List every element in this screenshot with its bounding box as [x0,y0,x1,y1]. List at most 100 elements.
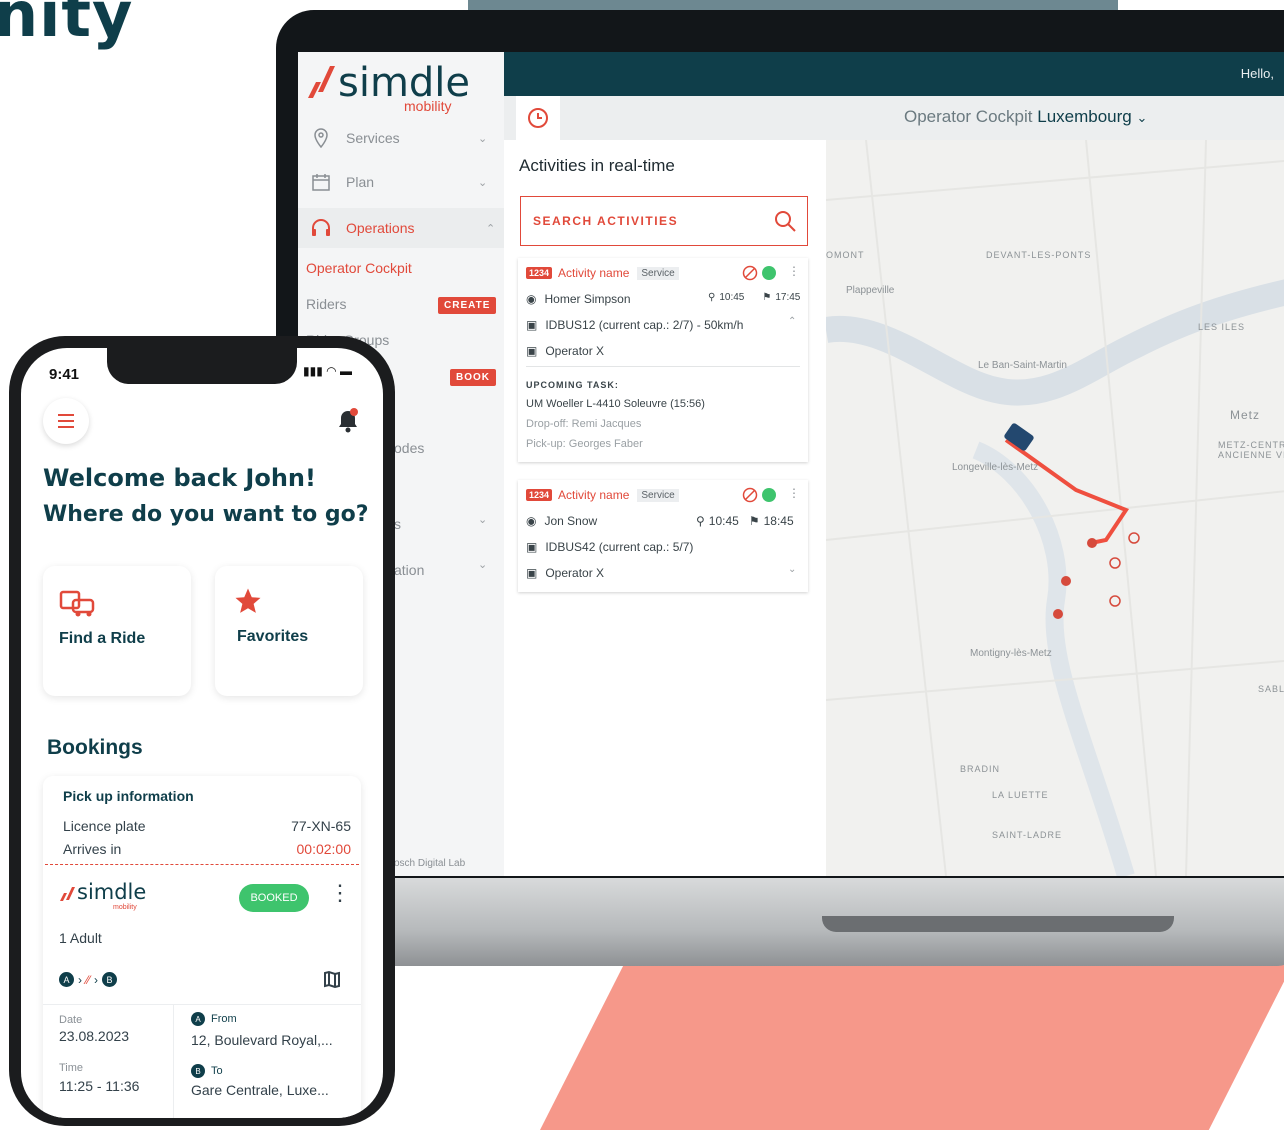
create-button[interactable]: CREATE [438,297,497,314]
plate-label: Licence plate [63,818,146,834]
sidebar-item-services[interactable]: Services ⌄ [306,118,496,158]
transit-icon: ⁄⁄ [86,972,91,987]
map-label: DEVANT-LES-PONTS [986,250,1092,260]
activity-card[interactable]: 1234 Activity name Service ⋮ ◉ Homer Sim… [518,258,808,462]
bus-icon: ▣ [526,344,538,358]
vehicle-info: IDBUS42 (current cap.: 5/7) [545,540,694,554]
map-label: Longeville-lès-Metz [952,462,1039,473]
map-label: Montigny-lès-Metz [970,648,1052,659]
upcoming-label: UPCOMING TASK: [526,380,619,390]
rider-name: Jon Snow [544,514,598,528]
sidebar-footer: osch Digital Lab [394,858,466,869]
decorative-band [468,0,1118,10]
chevron-right-icon: › [78,972,82,987]
sidebar-item-plan[interactable]: Plan ⌄ [306,162,496,202]
activity-name: Activity name [558,266,630,280]
rider-row: ◉ Jon Snow [526,514,597,528]
favorites-label: Favorites [237,628,309,645]
service-badge: Service [637,266,679,280]
star-icon [235,588,261,613]
to-header: B To [191,1064,223,1078]
point-a-marker: A [59,972,74,987]
map-label: LES ILES [1198,322,1246,332]
map-label: ANCIENNE VI [1218,450,1284,460]
search-icon[interactable] [773,209,797,233]
favorites-card[interactable]: Favorites [215,566,363,696]
sidebar-item-section[interactable]: s [394,516,401,532]
operator-row: ▣ Operator X [526,566,604,580]
decorative-salmon-band [540,950,1284,1130]
map-label: Plappeville [846,285,895,296]
map-view[interactable]: DEVANT-LES-PONTS Plappeville OMONT Le Ba… [826,140,1284,876]
dashed-divider [45,864,359,865]
menu-button[interactable] [43,398,89,444]
clock-button[interactable] [516,96,560,140]
flag-icon: ⚑ [762,292,772,303]
sidebar-subitem-codes[interactable]: odes [394,440,424,456]
chevron-up-icon[interactable]: ⌃ [788,316,796,327]
upcoming-task: UM Woeller L-4410 Soleuvre (15:56) [526,398,705,410]
notification-button[interactable] [337,408,359,439]
map-label: SAINT-LADRE [992,830,1063,840]
user-icon: ◉ [526,514,537,528]
sidebar-item-label: Services [346,130,400,146]
chevron-down-icon[interactable]: ⌄ [788,564,796,575]
operator-name: Operator X [545,344,605,358]
search-placeholder: SEARCH ACTIVITIES [533,214,679,228]
bus-icon: ▣ [526,318,538,332]
more-options-icon[interactable]: ⋮ [788,486,800,500]
user-greeting: Hello, [1240,66,1274,81]
vehicle-row: ▣ IDBUS12 (current cap.: 2/7) - 50km/h [526,318,743,332]
map-pin-icon [306,128,336,148]
arrives-value: 00:02:00 [296,841,352,857]
map-label: METZ-CENTRE [1218,440,1284,450]
point-a-marker: A [191,1012,205,1026]
sidebar-item-section[interactable]: ation [394,562,424,578]
map-icon[interactable] [323,970,341,988]
divider [43,1004,361,1005]
find-ride-card[interactable]: Find a Ride [43,566,191,696]
simdle-logo[interactable]: simdle mobility [304,58,484,118]
to-value: Gare Centrale, Luxe... [191,1082,329,1098]
sidebar-item-operations[interactable]: Operations ⌃ [298,208,504,248]
operator-logo: simdle [77,880,147,904]
activity-id-badge: 1234 [526,489,553,501]
chevron-right-icon: › [94,972,99,987]
sidebar-item-label: Plan [346,174,375,190]
car-icon [59,590,95,617]
start-time: 10:45 [708,514,739,528]
activity-card[interactable]: 1234 Activity name Service ⋮ ◉ Jon Snow … [518,480,808,592]
activity-name: Activity name [558,488,630,502]
sidebar-subitem-riders[interactable]: Riders [306,296,346,312]
activity-header: 1234 Activity name Service [526,266,679,280]
booked-status-badge: BOOKED [239,884,309,912]
rider-name: Homer Simpson [544,292,631,306]
sidebar-subitem-operator-cockpit[interactable]: Operator Cockpit [306,260,412,276]
time-label: Time [59,1062,84,1074]
booking-card[interactable]: Pick up information Licence plate 77-XN-… [43,776,361,1118]
cockpit-selector[interactable]: Operator Cockpit Luxembourg ⌄ [904,107,1147,127]
hamburger-icon [58,414,74,428]
chevron-up-icon: ⌃ [486,222,496,235]
from-header: A From [191,1012,237,1026]
online-status-dot [762,266,776,280]
chevron-down-icon: ⌄ [478,514,488,526]
rider-row: ◉ Homer Simpson [526,292,631,306]
book-button[interactable]: BOOK [450,369,496,386]
operator-name: Operator X [545,566,605,580]
time-row: ⚲ 10:45 ⚑ 18:45 [696,514,794,528]
map-label: OMONT [826,250,865,260]
start-pin-icon: ⚲ [696,514,705,528]
chevron-down-icon: ⌄ [478,176,488,189]
map-label: Metz [1230,408,1261,422]
search-activities-input[interactable]: SEARCH ACTIVITIES [520,196,808,246]
page-headline: nity [0,0,134,51]
more-options-icon[interactable]: ⋮ [788,264,800,278]
end-time: 17:45 [775,292,801,303]
to-label: To [211,1065,223,1077]
more-options-icon[interactable]: ⋮ [329,880,351,906]
logo-sub: mobility [404,98,452,114]
service-badge: Service [637,488,679,502]
route-overview: A › ⁄⁄ › B [59,972,118,987]
dropoff-info: Drop-off: Remi Jacques [526,418,642,430]
